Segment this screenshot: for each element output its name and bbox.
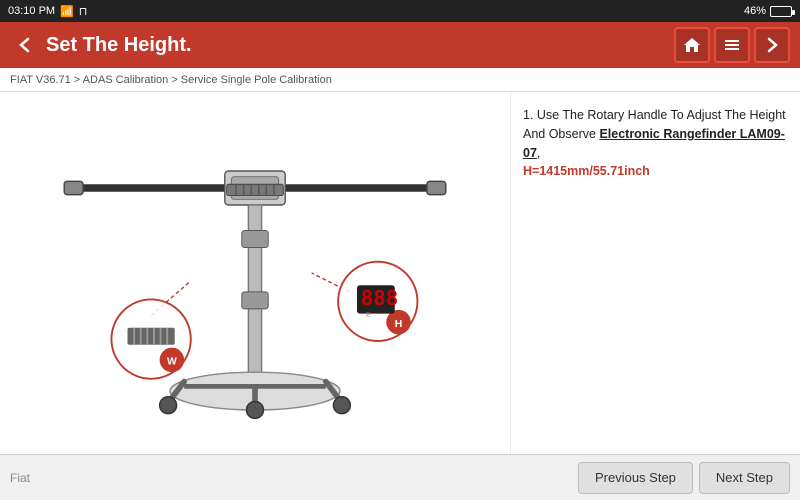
time-display: 03:10 PM [8,5,55,17]
previous-step-button[interactable]: Previous Step [578,462,693,494]
page-title: Set The Height. [46,34,674,57]
info-panel: 1. Use The Rotary Handle To Adjust The H… [510,92,800,454]
svg-text:888: 888 [361,286,399,310]
status-right: 46% [744,5,792,17]
wifi-icon: 📶 [60,5,74,18]
battery-icon [770,6,792,17]
menu-button[interactable] [714,27,750,63]
status-bar: 03:10 PM 📶 ⊓ 46% [0,0,800,22]
battery-percent: 46% [744,5,766,17]
brand-label: Fiat [10,471,30,485]
footer: Fiat Previous Step Next Step [0,454,800,500]
diagram-area: W H 888 E [0,92,510,454]
comma-text: , [537,146,540,160]
svg-text:H: H [395,319,402,330]
svg-text:E: E [366,311,371,318]
back-button[interactable] [10,30,40,60]
breadcrumb-text: FIAT V36.71 > ADAS Calibration > Service… [10,74,332,86]
home-button[interactable] [674,27,710,63]
calibration-diagram: W H 888 E [15,103,495,443]
header: Set The Height. [0,22,800,68]
main-content: W H 888 E 1. Use The Rotary Handle To Ad… [0,92,800,454]
navigation-buttons: Previous Step Next Step [578,462,790,494]
forward-button[interactable] [754,27,790,63]
breadcrumb: FIAT V36.71 > ADAS Calibration > Service… [0,68,800,92]
signal-icon: ⊓ [79,5,88,18]
header-toolbar [674,27,790,63]
next-step-button[interactable]: Next Step [699,462,790,494]
svg-text:W: W [167,357,177,368]
height-text: H=1415mm/55.71inch [523,164,650,178]
status-left: 03:10 PM 📶 ⊓ [8,5,87,18]
